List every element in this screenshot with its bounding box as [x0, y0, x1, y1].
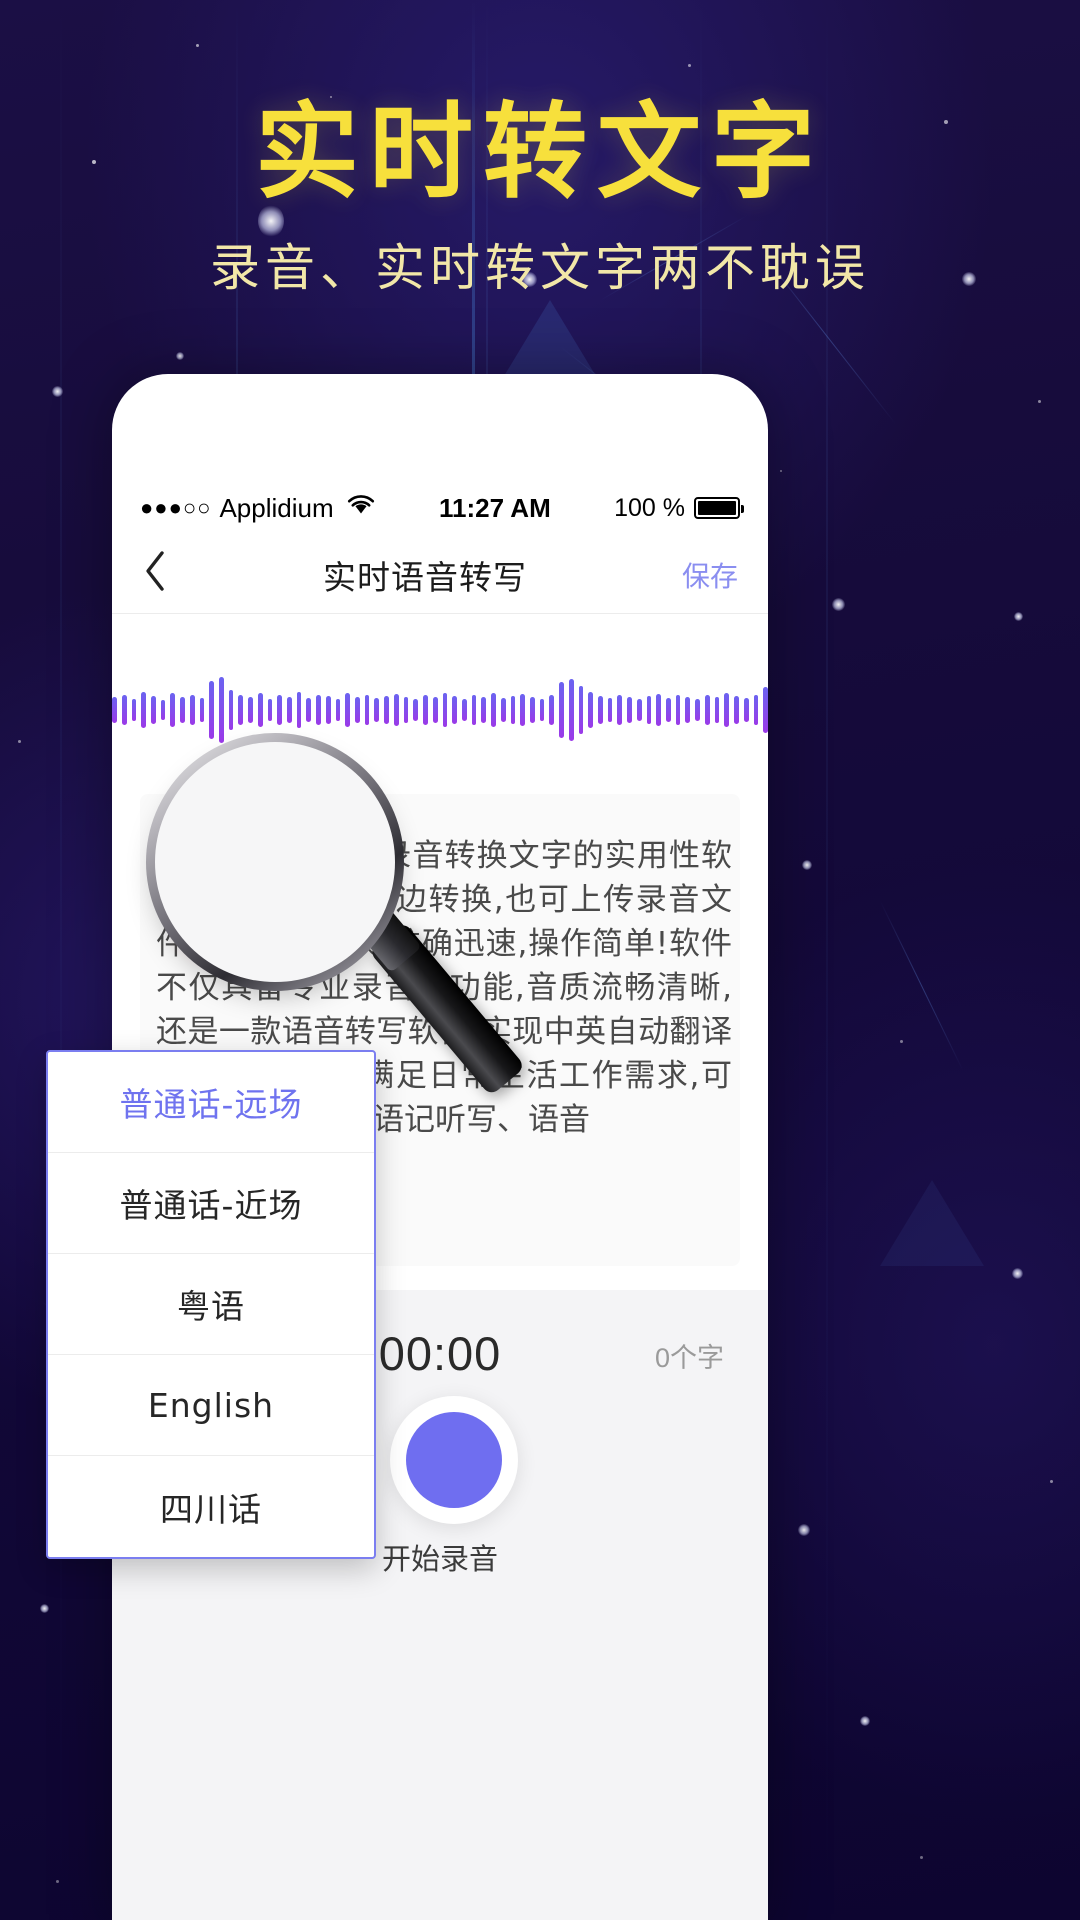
- waveform-bar: [287, 697, 292, 723]
- waveform-bar: [636, 699, 642, 721]
- waveform-bar: [568, 679, 574, 741]
- waveform-bar: [316, 695, 321, 725]
- waveform-bar: [529, 697, 535, 723]
- waveform-bar: [549, 695, 555, 725]
- dropdown-item[interactable]: 普通话-远场: [48, 1052, 374, 1153]
- waveform-bar: [209, 681, 214, 739]
- waveform-bar: [306, 698, 312, 722]
- waveform-bar: [257, 693, 263, 727]
- waveform-bar: [325, 696, 331, 724]
- status-bar: ●●●○○ Applidium 11:27 AM 100 %: [112, 486, 768, 530]
- record-button[interactable]: [390, 1396, 518, 1524]
- waveform-bar: [355, 697, 360, 723]
- record-button-inner: [406, 1412, 502, 1508]
- dropdown-item[interactable]: 四川话: [48, 1456, 374, 1557]
- waveform-bar: [598, 696, 603, 724]
- dropdown-item[interactable]: 普通话-近场: [48, 1153, 374, 1254]
- waveform-bar: [743, 698, 749, 722]
- waveform-bar: [685, 697, 691, 723]
- promo-headline: 实时转文字: [254, 91, 825, 213]
- waveform-bar: [218, 677, 224, 743]
- app-navbar: 实时语音转写 保存: [112, 536, 768, 614]
- word-count-label: 0个字: [654, 1343, 724, 1373]
- waveform-bar: [656, 694, 662, 726]
- waveform-bar: [695, 699, 700, 721]
- battery-percent-label: 100 %: [614, 493, 685, 522]
- waveform-bar: [238, 695, 244, 725]
- waveform-bar: [452, 696, 457, 724]
- audio-waveform: [112, 640, 768, 780]
- waveform-bar: [413, 699, 419, 721]
- recording-timer: 00:00: [378, 1327, 502, 1380]
- waveform-bar: [189, 695, 195, 725]
- waveform-bar: [296, 692, 302, 728]
- waveform-bar: [734, 696, 739, 724]
- waveform-bar: [442, 693, 448, 727]
- waveform-bar: [627, 697, 632, 723]
- phone-side-button-bottom: [112, 934, 118, 1002]
- waveform-bar: [666, 698, 671, 722]
- waveform-bar: [112, 697, 117, 723]
- waveform-bar: [335, 699, 341, 721]
- waveform-bar: [607, 698, 613, 722]
- waveform-bar: [121, 695, 127, 725]
- waveform-bar: [150, 696, 156, 724]
- waveform-bar: [345, 693, 351, 727]
- waveform-bar: [500, 698, 506, 722]
- waveform-bar: [423, 695, 428, 725]
- waveform-bar: [199, 698, 205, 722]
- waveform-bar: [481, 697, 487, 723]
- waveform-bar: [520, 694, 525, 726]
- waveform-bar: [588, 692, 593, 728]
- waveform-bar: [559, 682, 564, 738]
- signal-strength-icon: ●●●○○: [140, 495, 212, 520]
- waveform-bar: [753, 695, 759, 725]
- waveform-bar: [277, 695, 282, 725]
- waveform-bar: [364, 695, 370, 725]
- waveform-bar: [393, 694, 399, 726]
- waveform-bar: [675, 695, 681, 725]
- waveform-bar: [714, 697, 720, 723]
- waveform-bar: [141, 692, 146, 728]
- waveform-bar: [763, 687, 768, 733]
- battery-icon: [694, 497, 744, 519]
- waveform-bar: [578, 686, 584, 734]
- waveform-bar: [539, 699, 545, 721]
- waveform-bar: [131, 699, 137, 721]
- waveform-bar: [724, 693, 730, 727]
- waveform-bar: [461, 699, 467, 721]
- dropdown-item[interactable]: English: [48, 1355, 374, 1456]
- waveform-bar: [432, 697, 438, 723]
- waveform-bar: [180, 697, 185, 723]
- back-chevron-icon[interactable]: [142, 549, 202, 600]
- waveform-bar: [228, 690, 234, 730]
- waveform-bar: [471, 695, 477, 725]
- waveform-bar: [646, 696, 652, 724]
- carrier-label: Applidium: [219, 492, 334, 523]
- waveform-bar: [267, 699, 273, 721]
- page-title: 实时语音转写: [323, 558, 527, 596]
- waveform-bar: [374, 698, 380, 722]
- waveform-bar: [617, 695, 623, 725]
- waveform-bar: [491, 693, 496, 727]
- waveform-bar: [170, 693, 176, 727]
- promo-subheadline: 录音、实时转文字两不耽误: [210, 239, 870, 297]
- wifi-icon: [346, 494, 376, 523]
- waveform-bar: [403, 697, 409, 723]
- waveform-bar: [510, 696, 516, 724]
- save-button[interactable]: 保存: [648, 555, 738, 595]
- phone-side-button-mid: [112, 824, 118, 892]
- waveform-bar: [248, 697, 253, 723]
- language-select-dropdown[interactable]: 普通话-远场 普通话-近场 粤语 English 四川话: [46, 1050, 376, 1559]
- waveform-bar: [160, 700, 166, 720]
- waveform-bar: [704, 695, 710, 725]
- status-bar-time: 11:27 AM: [438, 492, 551, 523]
- waveform-bar: [384, 696, 389, 724]
- dropdown-item[interactable]: 粤语: [48, 1254, 374, 1355]
